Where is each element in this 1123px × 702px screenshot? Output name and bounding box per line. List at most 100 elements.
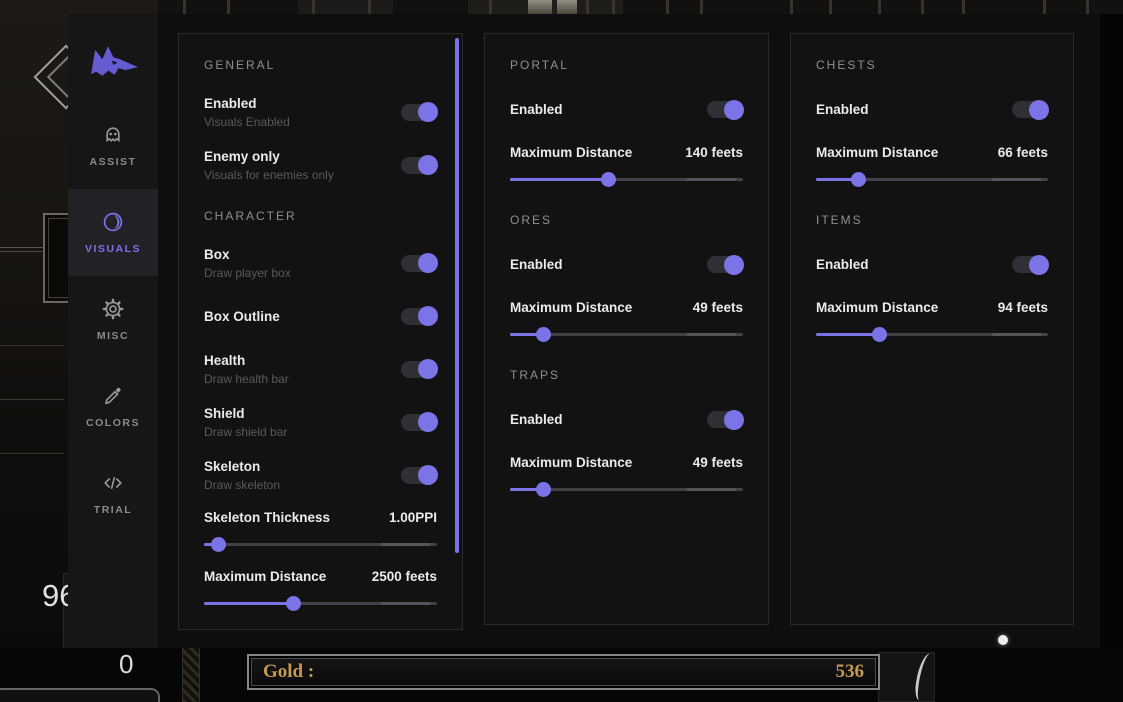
slider-knob[interactable] xyxy=(851,172,866,187)
setting-label: Skeleton Thickness xyxy=(204,510,330,525)
toggle-skeleton[interactable] xyxy=(401,467,437,484)
slider-knob[interactable] xyxy=(601,172,616,187)
slider-knob[interactable] xyxy=(872,327,887,342)
cursor-dot xyxy=(998,635,1008,645)
sidebar-item-label: TRIAL xyxy=(94,504,132,516)
toggle-knob xyxy=(418,253,438,273)
toggle-knob xyxy=(1029,255,1049,275)
toggle-shield[interactable] xyxy=(401,414,437,431)
hud-counter-zero: 0 xyxy=(119,649,133,680)
setting-character-max-distance: Maximum Distance 2500 feets xyxy=(204,569,437,611)
toggle-knob xyxy=(418,306,438,326)
setting-sublabel: Draw skeleton xyxy=(204,478,280,492)
sidebar-item-colors[interactable]: COLORS xyxy=(68,363,158,450)
portal-max-distance-slider[interactable] xyxy=(510,172,743,187)
tooltip-stub-decor xyxy=(0,688,160,702)
character-max-distance-slider[interactable] xyxy=(204,596,437,611)
sidebar-item-label: ASSIST xyxy=(90,156,137,168)
setting-value: 49 feets xyxy=(693,300,743,315)
setting-label: Enabled xyxy=(816,257,869,272)
sidebar-item-label: MISC xyxy=(97,330,129,342)
slider-knob[interactable] xyxy=(536,482,551,497)
toggle-box[interactable] xyxy=(401,255,437,272)
setting-portal-max-distance: Maximum Distance 140 feets xyxy=(510,145,743,187)
setting-label: Skeleton xyxy=(204,459,280,474)
setting-label: Health xyxy=(204,353,289,368)
toggle-visuals-enabled[interactable] xyxy=(401,104,437,121)
row-skeleton: Skeleton Draw skeleton xyxy=(204,457,437,493)
sidebar-item-visuals[interactable]: VISUALS xyxy=(68,189,158,276)
faint-line-decor xyxy=(0,345,64,346)
hud-bar-decor xyxy=(183,0,186,14)
setting-sublabel: Visuals for enemies only xyxy=(204,168,334,182)
toggle-portal-enabled[interactable] xyxy=(707,101,743,118)
toggle-traps-enabled[interactable] xyxy=(707,411,743,428)
toggle-knob xyxy=(418,102,438,122)
visuals-eye-icon xyxy=(101,210,125,234)
toggle-knob xyxy=(724,410,744,430)
hud-bar-decor xyxy=(1086,0,1089,14)
toggle-knob xyxy=(418,412,438,432)
setting-label: Enabled xyxy=(816,102,869,117)
colors-eyedropper-icon xyxy=(101,384,125,408)
traps-max-distance-slider[interactable] xyxy=(510,482,743,497)
faint-line-decor xyxy=(0,453,64,454)
setting-value: 1.00PPI xyxy=(389,510,437,525)
row-enemy-only: Enemy only Visuals for enemies only xyxy=(204,147,437,183)
skeleton-thickness-slider[interactable] xyxy=(204,537,437,552)
sidebar: ASSIST VISUALS MISC COLO xyxy=(68,14,158,648)
sidebar-item-misc[interactable]: MISC xyxy=(68,276,158,363)
setting-sublabel: Visuals Enabled xyxy=(204,115,290,129)
toggle-ores-enabled[interactable] xyxy=(707,256,743,273)
setting-ores-max-distance: Maximum Distance 49 feets xyxy=(510,300,743,342)
chests-max-distance-slider[interactable] xyxy=(816,172,1048,187)
misc-gear-icon xyxy=(101,297,125,321)
sidebar-item-assist[interactable]: ASSIST xyxy=(68,102,158,189)
items-max-distance-slider[interactable] xyxy=(816,327,1048,342)
toggle-health[interactable] xyxy=(401,361,437,378)
setting-traps-max-distance: Maximum Distance 49 feets xyxy=(510,455,743,497)
setting-label: Maximum Distance xyxy=(816,145,938,160)
slider-knob[interactable] xyxy=(211,537,226,552)
hud-bar-decor xyxy=(612,0,615,14)
hud-bar-decor xyxy=(921,0,924,14)
ores-max-distance-slider[interactable] xyxy=(510,327,743,342)
game-bottom-hud: Gold : 536 xyxy=(0,648,1123,702)
setting-label: Box xyxy=(204,247,291,262)
toggle-items-enabled[interactable] xyxy=(1012,256,1048,273)
divider-line-decor xyxy=(0,247,44,248)
gold-label: Gold : xyxy=(263,661,314,683)
toggle-knob xyxy=(1029,100,1049,120)
hud-bar-decor xyxy=(790,0,793,14)
setting-label: Enemy only xyxy=(204,149,334,164)
section-title: ORES xyxy=(510,213,743,227)
row-health: Health Draw health bar xyxy=(204,351,437,387)
sidebar-item-label: COLORS xyxy=(86,417,140,429)
setting-sublabel: Draw player box xyxy=(204,266,291,280)
row-box-outline: Box Outline xyxy=(204,298,437,334)
panel-loot: CHESTS Enabled Maximum Distance 66 feets… xyxy=(790,33,1074,625)
setting-value: 49 feets xyxy=(693,455,743,470)
sidebar-item-trial[interactable]: TRIAL xyxy=(68,450,158,537)
setting-label: Maximum Distance xyxy=(510,455,632,470)
toggle-box-outline[interactable] xyxy=(401,308,437,325)
section-title: GENERAL xyxy=(204,58,437,72)
hud-bar-decor xyxy=(700,0,703,14)
ornate-column-decor xyxy=(182,648,200,702)
slider-fill xyxy=(510,178,608,181)
slider-knob[interactable] xyxy=(286,596,301,611)
toggle-chests-enabled[interactable] xyxy=(1012,101,1048,118)
app-logo xyxy=(68,14,158,102)
toggle-knob xyxy=(418,359,438,379)
slider-fill xyxy=(816,333,879,336)
panel-scrollbar[interactable] xyxy=(455,38,459,553)
hud-pillar-decor xyxy=(557,0,577,14)
row-box: Box Draw player box xyxy=(204,245,437,281)
slider-knob[interactable] xyxy=(536,327,551,342)
setting-label: Enabled xyxy=(510,102,563,117)
row-items-enabled: Enabled xyxy=(816,255,1048,274)
setting-value: 94 feets xyxy=(998,300,1048,315)
toggle-enemy-only[interactable] xyxy=(401,157,437,174)
setting-sublabel: Draw shield bar xyxy=(204,425,287,439)
toggle-knob xyxy=(724,100,744,120)
